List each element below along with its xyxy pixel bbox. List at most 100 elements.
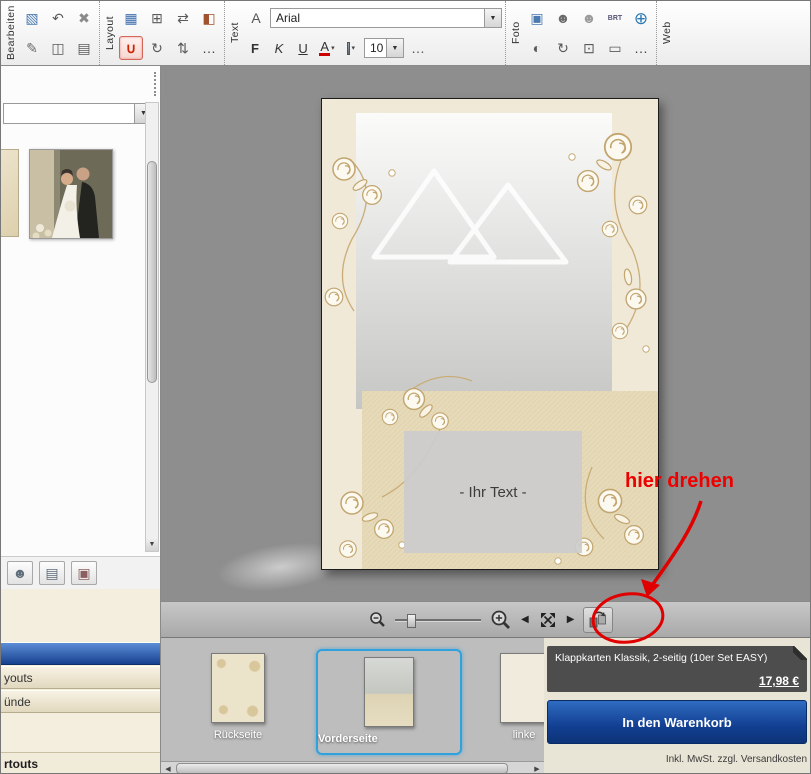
panel-sections: youts ünde rtouts [1, 589, 161, 774]
text-more-button[interactable]: … [406, 36, 430, 60]
zoom-slider[interactable] [395, 613, 481, 627]
copy-icon[interactable]: ◫ [46, 36, 70, 60]
fill-color-arrow-icon: ▾ [351, 44, 355, 52]
sidebar-scroll-down-icon[interactable]: ▼ [146, 537, 158, 551]
open-icon[interactable]: ▧ [20, 6, 44, 30]
annotation-hier-drehen: hier drehen [625, 470, 734, 493]
brightness-icon[interactable]: ◐ [525, 36, 549, 60]
design-canvas[interactable]: - Ihr Text - hier drehen [161, 66, 811, 601]
form-fields-button[interactable]: ▤ [39, 561, 65, 585]
product-name: Klappkarten Klassik, 2-seitig (10er Set … [547, 646, 807, 665]
font-size-value: 10 [365, 39, 386, 57]
paste-icon[interactable]: ▤ [72, 36, 96, 60]
rotate-card-button[interactable] [583, 607, 613, 633]
font-family-value: Arial [271, 9, 484, 27]
pages-scroll-right-icon[interactable]: ▶ [530, 762, 544, 774]
globe-icon[interactable]: ⊕ [629, 6, 653, 30]
person-photo-icon[interactable]: ☻ [551, 6, 575, 30]
font-style-icon[interactable]: A [244, 6, 268, 30]
page-thumbnail-linke-innenseite[interactable]: linke [481, 653, 544, 741]
pages-scrollbar[interactable]: ◀ ▶ [161, 761, 544, 774]
foto-row-2: ◐↻⊡▭… [525, 34, 653, 62]
sidebar-section-layouts[interactable]: youts [1, 666, 160, 689]
font-color-icon: A [319, 40, 330, 56]
bearbeiten-row-2: ✎◫▤ [20, 34, 96, 62]
bold-button[interactable]: F [244, 37, 266, 59]
previous-page-button[interactable]: ◀ [521, 614, 529, 625]
toolbar-group-layout: Layout ▦⊞⇄◧ ∪↻⇅… [99, 1, 224, 65]
toolbar-group-text: Text A Arial ▼ F K U A ▾ [224, 1, 505, 65]
font-color-button[interactable]: A ▾ [316, 37, 338, 59]
magnet-icon[interactable]: ∪ [119, 36, 143, 60]
layout-row-2: ∪↻⇅… [119, 34, 221, 62]
asset-category-value [4, 104, 134, 123]
canvas-drag-handle-icon[interactable] [165, 71, 167, 95]
sidebar-scrollbar[interactable]: ▼ [145, 102, 159, 552]
product-price-link[interactable]: 17,98 € [759, 674, 799, 688]
delete-icon[interactable]: ✖ [72, 6, 96, 30]
grid-icon[interactable]: ▦ [119, 6, 143, 30]
pages-scrollbar-thumb[interactable] [176, 763, 508, 774]
photo-thumbnail-partial[interactable] [1, 149, 19, 237]
foto-row-1: ▣☻☻BRT⊕ [525, 4, 653, 32]
ribbon-toolbar: Bearbeiten ▧↶✖ ✎◫▤ Layout ▦⊞⇄◧ ∪↻⇅… Text… [1, 1, 811, 66]
contact-sheet-button[interactable]: ☻ [7, 561, 33, 585]
italic-button[interactable]: K [268, 37, 290, 59]
people-photo-icon[interactable]: ☻ [577, 6, 601, 30]
insert-photo-icon[interactable]: ▣ [525, 6, 549, 30]
frame-icon[interactable]: ▭ [603, 36, 627, 60]
crop-icon[interactable]: ⊡ [577, 36, 601, 60]
snap-grid-icon[interactable]: ⊞ [145, 6, 169, 30]
wedding-photo-thumbnail[interactable] [29, 149, 113, 239]
sidebar-section-selected[interactable] [1, 642, 160, 665]
image-placeholder-button[interactable]: ▣ [71, 561, 97, 585]
toolbar-group-foto: Foto ▣☻☻BRT⊕ ◐↻⊡▭… [505, 1, 656, 65]
group-label-web: Web [660, 2, 674, 64]
section-label: rtouts [4, 757, 38, 771]
text-row-1: A Arial ▼ [244, 4, 502, 32]
add-to-cart-button[interactable]: In den Warenkorb [547, 700, 807, 744]
underline-button[interactable]: U [292, 37, 314, 59]
card-artwork: - Ihr Text - [322, 99, 658, 569]
flip-horizontal-icon[interactable]: ⇄ [171, 6, 195, 30]
sidebar-scrollbar-thumb[interactable] [147, 161, 157, 383]
asset-category-select[interactable]: ▼ [3, 103, 153, 124]
zoom-out-button[interactable] [369, 611, 386, 628]
zoom-in-button[interactable] [490, 609, 512, 631]
sidebar-section-backgrounds[interactable]: ünde [1, 690, 160, 713]
tax-shipping-note: Inkl. MwSt. zzgl. Versandkosten [666, 754, 807, 765]
next-page-button[interactable]: ▶ [567, 614, 575, 625]
photo-more-icon[interactable]: … [629, 36, 653, 60]
font-family-select[interactable]: Arial ▼ [270, 8, 502, 28]
flip-vertical-icon[interactable]: ⇅ [171, 36, 195, 60]
card-placeholder-text[interactable]: - Ihr Text - [459, 484, 526, 501]
brush-icon[interactable]: ✎ [20, 36, 44, 60]
rotate-photo-icon[interactable]: ↻ [551, 36, 575, 60]
layout-row-1: ▦⊞⇄◧ [119, 4, 221, 32]
undo-icon[interactable]: ↶ [46, 6, 70, 30]
sidebar-section-printouts[interactable]: rtouts [1, 752, 160, 774]
page-thumbnail-vorderseite-selected[interactable]: Vorderseite [316, 649, 462, 755]
group-label-layout: Layout [103, 2, 117, 64]
page-thumbnail-rueckseite[interactable]: Rückseite [198, 653, 278, 741]
fill-color-button[interactable]: ▾ [340, 37, 362, 59]
page-label: linke [481, 729, 544, 741]
layout-more-icon[interactable]: … [197, 36, 221, 60]
toolbar-group-bearbeiten: Bearbeiten ▧↶✖ ✎◫▤ [1, 1, 99, 65]
sidebar-drag-handle-icon[interactable] [154, 72, 156, 96]
rueckseite-thumb-image[interactable] [211, 653, 265, 723]
layers-icon[interactable]: ◧ [197, 6, 221, 30]
fit-to-view-button[interactable] [538, 610, 558, 630]
card-design[interactable]: - Ihr Text - [321, 98, 659, 570]
pages-scroll-left-icon[interactable]: ◀ [161, 762, 175, 774]
font-size-dropdown-arrow-icon[interactable]: ▼ [386, 39, 403, 57]
brt-effects-icon[interactable]: BRT [603, 6, 627, 30]
vorderseite-thumb-image[interactable] [364, 657, 414, 727]
rotate-object-icon[interactable]: ↻ [145, 36, 169, 60]
section-label: ünde [4, 695, 31, 709]
font-size-select[interactable]: 10 ▼ [364, 38, 404, 58]
font-family-dropdown-arrow-icon[interactable]: ▼ [484, 9, 501, 27]
zoom-slider-handle[interactable] [407, 614, 416, 628]
text-row-2: F K U A ▾ ▾ 10 ▼ … [244, 34, 502, 62]
linke-thumb-image[interactable] [500, 653, 544, 723]
